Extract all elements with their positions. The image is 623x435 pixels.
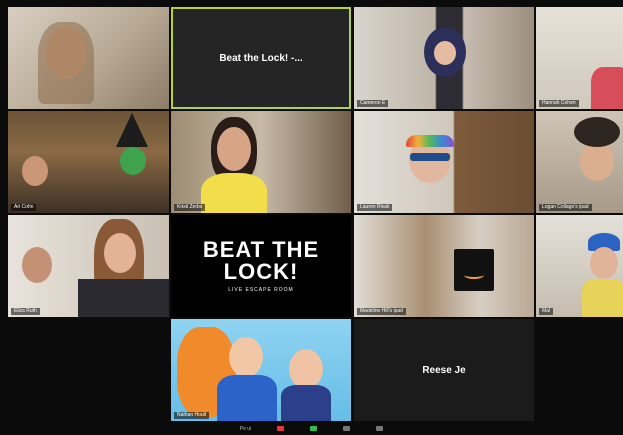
- unmute-icon[interactable]: [277, 426, 285, 431]
- participant-avatar: [229, 337, 263, 377]
- share-screen-icon[interactable]: [310, 426, 318, 431]
- participant-name: Lauren Rivak: [357, 204, 393, 211]
- participant-avatar: [217, 127, 251, 171]
- video-tile-11[interactable]: Madeline Hill's ipad: [354, 215, 534, 317]
- video-tile-5[interactable]: Ari Cohn: [8, 111, 169, 213]
- participant-shirt: [201, 173, 267, 213]
- participant-face: [434, 41, 456, 65]
- participant-name-center: Beat the Lock! -...: [219, 52, 303, 64]
- participant-name: Kristi Zerbs: [174, 204, 206, 211]
- participant-name: Ari Cohn: [11, 204, 37, 211]
- participant-avatar: [22, 156, 48, 186]
- participant-hair: [38, 22, 94, 104]
- participant-shirt: [582, 279, 623, 317]
- video-tile-3[interactable]: Cameron E: [354, 7, 534, 109]
- rainbow-hat: [406, 135, 454, 147]
- video-tile-14[interactable]: Reese Je: [354, 319, 534, 421]
- video-tile-8[interactable]: Logan Collage's ipad: [536, 111, 623, 213]
- video-tile-4[interactable]: Hannah Cohen: [536, 7, 623, 109]
- participant-name: Eliza Ruth: [11, 308, 40, 315]
- amazon-smile-icon: [464, 271, 484, 279]
- beat-the-lock-logo: BEAT THE LOCK! LIVE ESCAPE ROOM: [171, 215, 351, 317]
- participant-avatar-green: [120, 147, 146, 175]
- video-tile-9[interactable]: Eliza Ruth: [8, 215, 169, 317]
- participant-name: Hannah Cohen: [539, 100, 579, 107]
- empty-tile-right: [536, 319, 623, 421]
- sunglasses-icon: [410, 153, 450, 161]
- witch-hat-icon: [116, 113, 148, 147]
- participant-name-center: Reese Je: [422, 364, 466, 376]
- participant-avatar: [22, 247, 52, 283]
- video-tile-7[interactable]: Lauren Rivak: [354, 111, 534, 213]
- meeting-toolbar: Pe ui: [0, 422, 623, 435]
- video-tile-13[interactable]: Nathan Hoult: [171, 319, 351, 421]
- participant-name: Madeline Hill's ipad: [357, 308, 406, 315]
- participant-avatar-2: [289, 349, 323, 389]
- participant-shirt: [217, 375, 277, 421]
- participant-name: Nathan Hoult: [174, 412, 210, 419]
- video-tile-active-speaker[interactable]: Beat the Lock! -...: [171, 7, 351, 109]
- participants-icon[interactable]: [343, 426, 351, 431]
- video-tile-10[interactable]: BEAT THE LOCK! LIVE ESCAPE ROOM: [171, 215, 351, 317]
- logo-line-3: LIVE ESCAPE ROOM: [228, 287, 294, 293]
- toolbar-label: Pe ui: [239, 425, 252, 432]
- participant-hair: [574, 117, 620, 147]
- participant-avatar-2: [104, 233, 136, 273]
- empty-tile-left: [8, 319, 169, 421]
- participant-robe: [78, 279, 169, 317]
- video-tile-6[interactable]: Kristi Zerbs: [171, 111, 351, 213]
- participant-shirt-2: [281, 385, 331, 421]
- chat-icon[interactable]: [376, 426, 384, 431]
- participant-name: Mal: [539, 308, 554, 315]
- video-feed: [354, 215, 534, 317]
- participant-avatar: [580, 141, 614, 181]
- amazon-gift-card-icon: [454, 249, 494, 291]
- logo-line-1: BEAT THE: [202, 237, 320, 262]
- logo-line-2: LOCK!: [223, 259, 299, 284]
- participant-avatar: [590, 247, 618, 279]
- participant-name: Cameron E: [357, 100, 389, 107]
- video-tile-12[interactable]: Mal: [536, 215, 623, 317]
- participant-name: Logan Collage's ipad: [539, 204, 592, 211]
- video-tile-1[interactable]: [8, 7, 169, 109]
- participant-shirt: [591, 67, 623, 109]
